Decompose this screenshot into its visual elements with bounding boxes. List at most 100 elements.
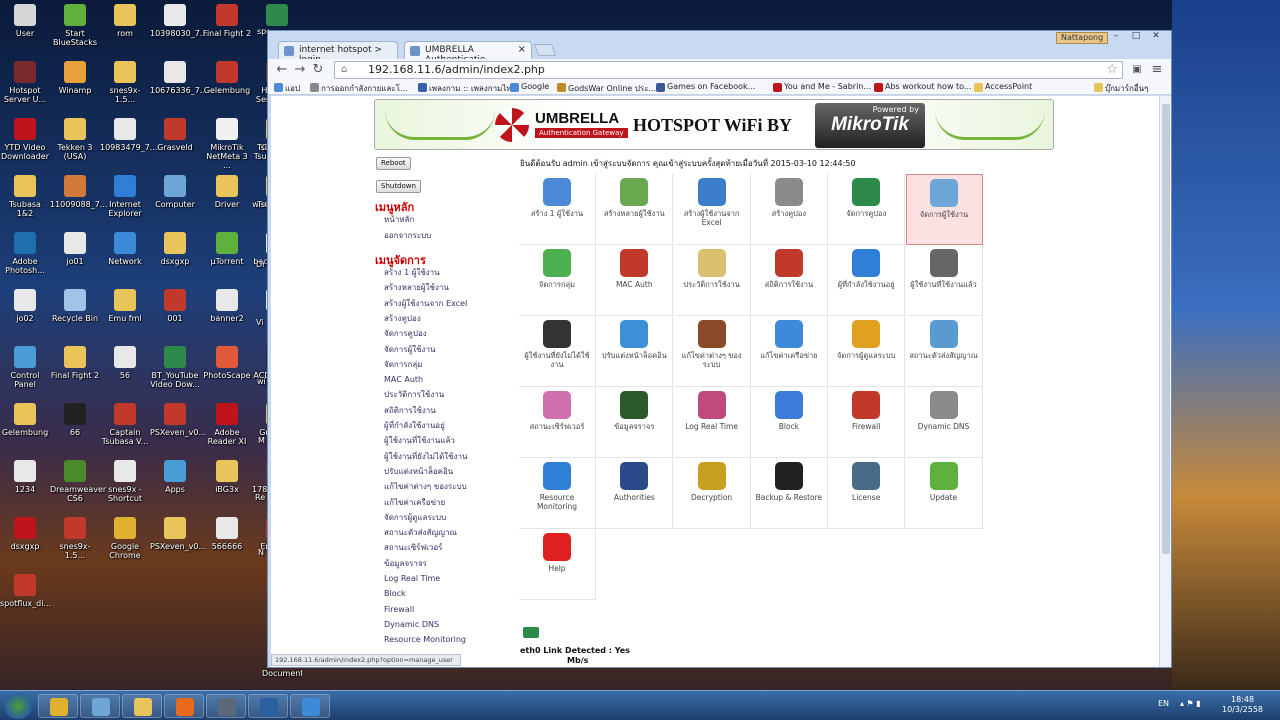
function-tile[interactable]: Dynamic DNS [905,387,983,458]
desktop-icon[interactable]: 1234 [0,460,50,494]
clock[interactable]: 18:48 10/3/2558 [1222,695,1263,715]
function-tile[interactable]: Update [905,458,983,529]
manage-menu-item[interactable]: สถานะเซิร์ฟเวอร์ [384,543,442,553]
manage-menu-item[interactable]: จัดการคูปอง [384,329,427,339]
desktop-icon[interactable]: snes9x-1.5... [50,517,100,560]
desktop-icon-partial[interactable]: Document [262,669,302,678]
desktop-icon[interactable]: BT_YouTube Video Dow... [150,346,200,389]
desktop-icon[interactable]: jo02 [0,289,50,323]
function-tile[interactable]: แก้ไขค่าต่างๆ ของระบบ [673,316,751,387]
desktop-icon[interactable]: rom [100,4,150,38]
bookmark-item[interactable]: Google [510,82,549,92]
bookmark-item[interactable]: Abs workout how to... [874,82,972,92]
function-tile[interactable]: จัดการผู้ดูแลระบบ [828,316,906,387]
taskbar-app-mikrotik[interactable] [248,694,288,718]
function-tile[interactable]: สร้างคูปอง [750,174,828,245]
desktop-icon[interactable]: Driver [202,175,252,209]
desktop-icon[interactable]: Adobe Photosh... [0,232,50,275]
function-tile[interactable]: สถานะเซิร์ฟเวอร์ [519,387,596,458]
bookmark-item[interactable]: บุ๊กมาร์กอื่นๆ [1094,82,1148,95]
desktop-icon[interactable]: 66 [50,403,100,437]
bookmark-item[interactable]: You and Me - Sabrin... [773,82,871,92]
manage-menu-item[interactable]: ปรับแต่งหน้าล็อคอิน [384,467,453,477]
start-button[interactable] [4,693,32,719]
manage-menu-item[interactable]: จัดการกลุ่ม [384,360,423,370]
tab-hotspot-login[interactable]: internet hotspot > login [278,41,398,65]
bookmark-item[interactable]: การออกกำลังกายและโ... [310,82,408,95]
function-tile[interactable]: จัดการคูปอง [828,174,906,245]
shutdown-button[interactable]: Shutdown [376,180,421,193]
desktop-icon[interactable]: User [0,4,50,38]
desktop-icon[interactable]: Apps [150,460,200,494]
new-tab-button[interactable] [533,44,557,56]
language-indicator[interactable]: EN [1158,699,1169,708]
manage-menu-item[interactable]: ประวัติการใช้งาน [384,390,444,400]
manage-menu-item[interactable]: แก้ไขค่าต่างๆ ของระบบ [384,482,467,492]
desktop-icon[interactable]: Control Panel [0,346,50,389]
menu-icon[interactable]: ≡ [1148,61,1166,79]
manage-menu-item[interactable]: จัดการผู้ดูแลระบบ [384,513,446,523]
desktop-icon[interactable]: Internet Explorer [100,175,150,218]
function-tile[interactable]: Resource Monitoring [519,458,596,529]
desktop-icon[interactable]: YTD Video Downloader [0,118,50,161]
manage-menu-item[interactable]: สร้างคูปอง [384,314,421,324]
desktop-icon[interactable]: PSXeven_v0... [150,517,206,551]
function-tile[interactable]: Decryption [673,458,751,529]
function-tile[interactable]: Firewall [828,387,906,458]
forward-button[interactable]: → [291,61,309,79]
extension-icon[interactable]: ▣ [1128,61,1146,79]
manage-menu-item[interactable]: Block [384,589,406,599]
desktop-icon[interactable]: µTorrent [202,232,252,266]
function-tile[interactable]: สถิติการใช้งาน [750,245,828,316]
desktop-icon[interactable]: 10983479_7... [100,118,157,152]
manage-menu-item[interactable]: สร้างหลายผู้ใช้งาน [384,283,449,293]
desktop-icon[interactable]: MikroTik NetMeta 3 ... [202,118,252,170]
desktop-icon[interactable]: Dreamweaver CS6 [50,460,106,503]
desktop-icon[interactable]: Final Fight 2 [202,4,252,38]
manage-menu-item[interactable]: ผู้ที่กำลังใช้งานอยู่ [384,421,445,431]
function-tile[interactable]: Block [750,387,828,458]
function-tile[interactable]: แก้ไขค่าเครือข่าย [750,316,828,387]
desktop-icon[interactable]: 566666 [202,517,252,551]
tab-umbrella[interactable]: UMBRELLA Authenticatio × [404,41,532,65]
bookmark-item[interactable]: Games on Facebook... [656,82,755,92]
bookmark-item[interactable]: เพลงกาม :: เพลงกามไท... [418,82,519,95]
manage-menu-item[interactable]: Log Real Time [384,574,440,584]
desktop-icon[interactable]: iBG3x [202,460,252,494]
function-tile[interactable]: License [828,458,906,529]
desktop-icon[interactable]: snes9x-1.5... [100,61,150,104]
desktop-icon[interactable]: Tekken 3 (USA) [50,118,100,161]
desktop-icon[interactable]: PSXeven_v0... [150,403,206,437]
manage-menu-item[interactable]: Firewall [384,605,414,615]
manage-menu-item[interactable]: ผู้ใช้งานที่ใช้งานแล้ว [384,436,455,446]
close-tab-icon[interactable]: × [518,44,526,55]
function-tile[interactable]: ประวัติการใช้งาน [673,245,751,316]
taskbar-app-app[interactable] [290,694,330,718]
bookmark-item[interactable]: AccessPoint [974,82,1032,92]
page-scrollbar[interactable] [1159,96,1171,667]
manage-menu-item[interactable]: MAC Auth [384,375,423,385]
desktop-icon[interactable]: spotflux_di... [0,574,51,608]
desktop-icon[interactable]: Winamp [50,61,100,95]
desktop-icon[interactable]: Tsubasa 1&2 [0,175,50,218]
desktop-icon[interactable]: 56 [100,346,150,380]
desktop-icon-partial[interactable]: Re [255,493,267,502]
function-tile[interactable]: จัดการกลุ่ม [519,245,596,316]
desktop-icon[interactable]: PhotoScape [202,346,252,380]
function-tile[interactable]: สร้าง 1 ผู้ใช้งาน [519,174,596,245]
back-button[interactable]: ← [273,61,291,79]
function-tile[interactable]: Backup & Restore [750,458,828,529]
function-tile[interactable]: Help [519,529,596,600]
taskbar-app-media-player[interactable] [164,694,204,718]
manage-menu-item[interactable]: ข้อมูลจราจร [384,559,427,569]
desktop-icon[interactable]: jo01 [50,232,100,266]
function-tile[interactable]: Log Real Time [673,387,751,458]
taskbar-app-network-tool[interactable] [80,694,120,718]
function-tile[interactable]: ผู้ที่กำลังใช้งานอยู่ [828,245,906,316]
function-tile[interactable]: สถานะตัวส่งสัญญาณ [905,316,983,387]
taskbar-app-winbox[interactable] [206,694,246,718]
desktop-icon[interactable]: Adobe Reader XI [202,403,252,446]
function-tile[interactable]: MAC Auth [596,245,674,316]
bookmark-star-icon[interactable]: ☆ [1106,62,1118,77]
desktop-icon[interactable]: Gelembung [0,403,50,437]
